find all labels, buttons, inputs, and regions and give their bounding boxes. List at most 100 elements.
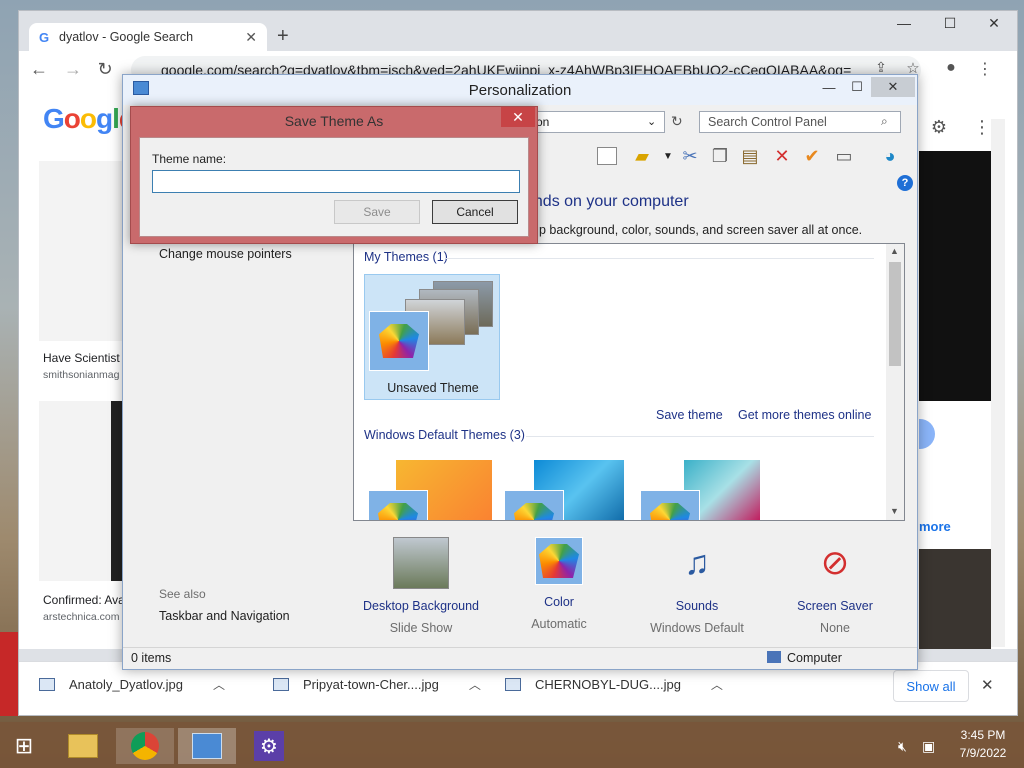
download-filename: CHERNOBYL-DUG....jpg [535,677,681,692]
status-location: Computer [787,651,842,665]
download-item[interactable]: Anatoly_Dyatlov.jpg ︿ [39,676,225,693]
item-label[interactable]: Sounds [627,599,767,613]
address-breadcrumb[interactable]: on [529,111,665,133]
item-value: Windows Default [650,621,744,635]
save-theme-dialog: Save Theme As ✕ Theme name: Save Cancel [130,106,538,244]
chevron-down-icon[interactable]: ⌄ [647,115,656,128]
google-favicon-icon: G [39,29,50,45]
settings-taskbar-item[interactable]: ⚙ [240,728,298,764]
sounds-item[interactable]: ♫ Sounds Windows Default [627,537,767,635]
maximize-button[interactable]: ☐ [843,77,871,97]
windows-logo-icon: ⊞ [14,733,34,758]
control-panel-taskbar-item[interactable] [178,728,236,764]
chevron-up-icon[interactable]: ︿ [711,676,723,693]
volume-muted-icon[interactable]: 🔇︎ [898,738,907,755]
themes-list: My Themes (1) Unsaved Theme Save theme G… [353,243,905,521]
color-palette-icon [504,490,564,520]
globe-icon[interactable]: ◕ [879,145,901,167]
tab-title: dyatlov - Google Search [59,30,194,44]
preview-button[interactable] [919,419,935,449]
save-theme-link[interactable]: Save theme [656,408,723,422]
get-more-themes-link[interactable]: Get more themes online [738,408,871,422]
color-item[interactable]: Color Automatic [489,537,629,631]
close-button[interactable]: ✕ [971,11,1017,35]
dialog-title: Save Theme As [284,113,384,129]
rename-icon[interactable]: ▭ [833,145,855,167]
search-input[interactable]: Search Control Panel [699,111,901,133]
dialog-close-button[interactable]: ✕ [501,107,535,127]
show-all-button[interactable]: Show all [893,670,969,702]
cut-icon[interactable]: ✂ [679,145,701,167]
paste-icon[interactable]: ▤ [739,145,761,167]
item-count: 0 items [131,651,172,665]
clock-time: 3:45 PM [960,728,1006,742]
desktop-wallpaper-fragment [0,632,18,716]
new-tab-button[interactable]: + [277,25,289,48]
menu-icon[interactable]: ⋮ [973,59,997,79]
search-icon[interactable]: ⌕ [881,114,888,129]
item-label[interactable]: Desktop Background [351,599,491,613]
scroll-down-icon[interactable]: ▼ [890,506,899,516]
taskbar-navigation-link[interactable]: Taskbar and Navigation [159,609,290,623]
start-button[interactable]: ⊞ [0,728,48,764]
folder-properties-icon[interactable]: ▰ [631,145,653,167]
checkmark-icon[interactable]: ✔ [801,145,823,167]
system-clock[interactable]: 3:45 PM 7/9/2022 [950,728,1016,760]
image-result-thumbnail[interactable] [39,401,129,581]
save-button[interactable]: Save [334,200,420,224]
folder-icon [68,734,98,758]
network-icon[interactable]: ▣ [922,738,935,755]
close-button[interactable]: ✕ [871,77,915,97]
file-explorer-taskbar-item[interactable] [54,728,112,764]
computer-icon [767,651,781,663]
result-source: smithsonianmag [43,369,120,381]
result-title[interactable]: Confirmed: Ava [43,593,125,607]
group-divider [446,258,874,259]
scrollbar-thumb[interactable] [889,262,901,366]
minimize-button[interactable]: — [881,11,927,35]
page-description: p background, color, sounds, and screen … [539,223,863,237]
screen-saver-item[interactable]: ⊘ Screen Saver None [765,537,905,635]
profile-icon[interactable]: ● [939,59,963,77]
page-scrollbar[interactable] [991,119,1005,647]
minimize-button[interactable]: — [815,77,843,97]
forward-icon[interactable]: → [61,59,85,80]
image-file-icon [505,678,521,691]
change-mouse-pointers-link[interactable]: Change mouse pointers [159,247,292,261]
delete-icon[interactable]: ✕ [771,145,793,167]
scroll-up-icon[interactable]: ▲ [890,246,899,256]
chrome-taskbar-item[interactable] [116,728,174,764]
command-toolbar: ▰ ▼ ✂ ❐ ▤ ✕ ✔ ▭ ◕ [533,141,917,171]
desktop-background-item[interactable]: Desktop Background Slide Show [351,537,491,635]
theme-name-input[interactable] [152,170,520,193]
download-item[interactable]: Pripyat-town-Cher....jpg ︿ [273,676,481,693]
google-logo[interactable]: Google [43,103,134,135]
color-palette-icon [368,490,428,520]
close-download-bar-icon[interactable]: ✕ [981,676,994,694]
layout-pane-icon[interactable] [597,147,617,165]
item-label[interactable]: Screen Saver [765,599,905,613]
image-result-thumbnail[interactable] [39,161,129,341]
chevron-up-icon[interactable]: ︿ [469,676,481,693]
screen-saver-none-icon: ⊘ [820,544,850,582]
item-label[interactable]: Color [489,595,629,609]
back-icon[interactable]: ← [27,59,51,80]
copy-icon[interactable]: ❐ [709,145,731,167]
desktop-background-icon [393,537,449,589]
unsaved-theme-tile[interactable]: Unsaved Theme [364,274,500,400]
settings-gear-icon[interactable]: ⚙ [927,117,951,138]
item-value: Slide Show [389,621,453,635]
chevron-down-icon[interactable]: ▼ [657,145,679,167]
tab-close-icon[interactable]: ✕ [245,29,257,46]
browser-tab[interactable]: G dyatlov - Google Search ✕ [29,23,267,51]
chevron-up-icon[interactable]: ︿ [213,676,225,693]
result-title[interactable]: Have Scientist [43,351,120,365]
maximize-button[interactable]: ☐ [927,11,973,35]
image-preview-panel [919,151,999,401]
cancel-button[interactable]: Cancel [432,200,518,224]
help-icon[interactable]: ? [897,175,913,191]
reload-icon[interactable]: ↻ [93,59,117,80]
download-item[interactable]: CHERNOBYL-DUG....jpg ︿ [505,676,723,693]
refresh-icon[interactable]: ↻ [671,113,683,130]
more-link[interactable]: more [919,519,951,534]
